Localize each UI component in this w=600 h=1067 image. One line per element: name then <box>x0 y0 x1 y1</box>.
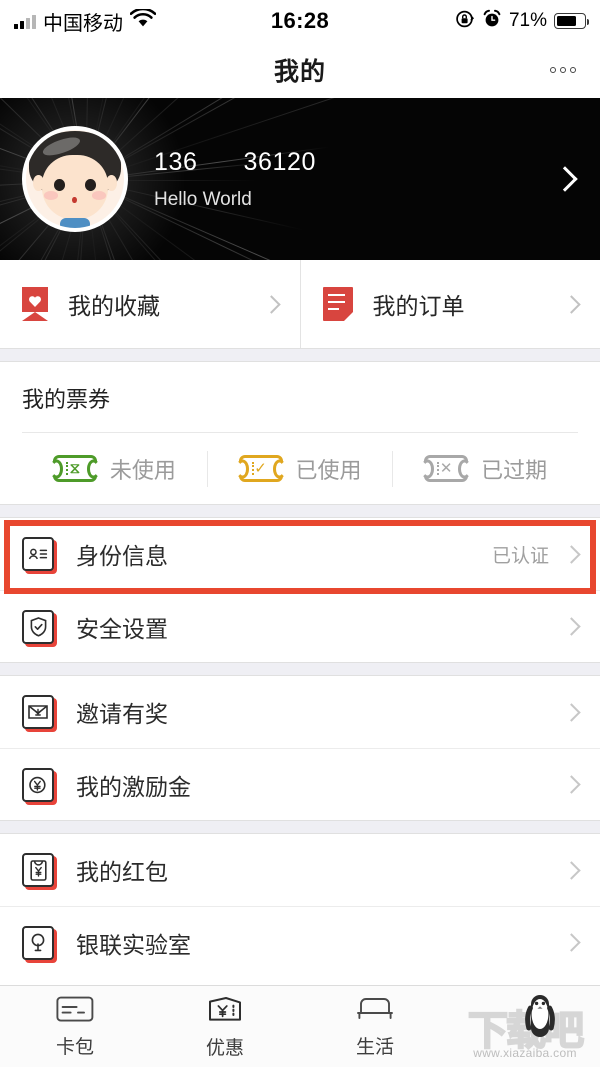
tab-label: 生活 <box>355 1036 394 1058</box>
ticket-filter-expired[interactable]: ✕ 已过期 <box>392 450 578 487</box>
menu-row-label: 我的红包 <box>76 859 168 885</box>
avatar-boy-icon[interactable] <box>22 126 128 232</box>
page-title: 我的 <box>273 58 326 86</box>
site-watermark: 下载吧 www.xiazaiba.com <box>450 986 600 1067</box>
shield-check-icon <box>22 609 57 647</box>
profile-header[interactable]: 136 36120 Hello World <box>0 98 600 260</box>
tab-label: 卡包 <box>55 1036 94 1058</box>
profile-nickname: Hello World <box>154 188 252 210</box>
menu-row-label: 身份信息 <box>76 543 168 569</box>
wifi-icon <box>129 7 157 33</box>
ticket-label: 未使用 <box>109 457 176 483</box>
menu-row-security[interactable]: 安全设置 <box>0 590 600 662</box>
battery-percent-label: 71% <box>508 10 547 31</box>
coupon-icon <box>206 994 244 1024</box>
order-document-icon <box>322 287 353 321</box>
menu-row-identity[interactable]: 身份信息 已认证 <box>0 518 600 590</box>
card-icon <box>56 995 94 1023</box>
penguin-mascot-icon <box>517 988 563 1047</box>
tab-label: 优惠 <box>205 1037 244 1059</box>
chevron-right-icon <box>556 170 574 188</box>
menu-row-unionpay-lab[interactable]: 银联实验室 <box>0 906 600 978</box>
ticket-expired-icon: ✕ <box>424 455 469 482</box>
id-card-icon <box>22 537 57 574</box>
menu-group-rewards: 邀请有奖 我的激励金 <box>0 676 600 820</box>
tickets-section: 我的票券 ⧖ 未使用 ✓ 已使用 ✕ 已过期 <box>0 362 600 504</box>
more-dots-icon[interactable] <box>550 67 576 73</box>
menu-row-label: 安全设置 <box>76 615 168 642</box>
app-root: 中国移动 16:28 71% 我的 136 36120 Hello World … <box>0 0 600 1067</box>
chevron-right-icon <box>565 706 578 719</box>
carrier-label: 中国移动 <box>43 12 123 35</box>
section-divider <box>0 504 600 518</box>
tab-coupons[interactable]: 优惠 <box>150 986 300 1067</box>
chevron-right-icon <box>565 936 578 949</box>
sofa-icon <box>355 995 395 1023</box>
bookmark-heart-icon <box>22 287 48 321</box>
ticket-label: 已使用 <box>295 457 362 483</box>
quick-action-favorites[interactable]: 我的收藏 <box>0 260 300 348</box>
lab-bulb-icon <box>22 925 57 963</box>
menu-row-label: 邀请有奖 <box>76 701 168 727</box>
identity-status-badge: 已认证 <box>491 545 549 567</box>
battery-icon <box>554 13 589 29</box>
chevron-right-icon <box>565 298 578 311</box>
tab-life[interactable]: 生活 <box>300 986 450 1067</box>
profile-info: 136 36120 Hello World <box>154 148 556 211</box>
ticket-filter-unused[interactable]: ⧖ 未使用 <box>22 451 207 487</box>
ticket-filter-used[interactable]: ✓ 已使用 <box>206 450 393 487</box>
status-bar-right: 71% <box>329 9 589 34</box>
watermark-url: www.xiazaiba.com <box>473 1046 577 1060</box>
quick-action-label: 我的订单 <box>372 293 465 319</box>
signal-bars-icon <box>14 14 36 29</box>
quick-action-label: 我的收藏 <box>68 293 160 319</box>
status-bar: 中国移动 16:28 71% <box>0 0 600 42</box>
section-divider <box>0 820 600 834</box>
section-divider <box>0 348 600 362</box>
section-divider <box>0 662 600 676</box>
chevron-right-icon <box>265 298 278 311</box>
menu-group-account: 身份信息 已认证 安全设置 <box>0 518 600 662</box>
status-bar-time: 16:28 <box>270 8 330 33</box>
menu-row-reward-fund[interactable]: 我的激励金 <box>0 748 600 820</box>
menu-row-red-packet[interactable]: 我的红包 <box>0 834 600 906</box>
red-packet-icon <box>22 853 57 890</box>
status-bar-left: 中国移动 <box>14 7 271 36</box>
reward-coin-icon <box>22 767 57 805</box>
quick-actions: 我的收藏 我的订单 <box>0 260 600 348</box>
tickets-row: ⧖ 未使用 ✓ 已使用 ✕ 已过期 <box>22 432 578 504</box>
menu-group-extras: 我的红包 银联实验室 <box>0 834 600 978</box>
nav-bar: 我的 <box>0 42 600 98</box>
chevron-right-icon <box>565 778 578 791</box>
menu-row-label: 银联实验室 <box>76 931 191 958</box>
ticket-used-icon: ✓ <box>238 455 283 482</box>
tab-cards[interactable]: 卡包 <box>0 986 150 1067</box>
quick-action-orders[interactable]: 我的订单 <box>299 260 600 348</box>
chevron-right-icon <box>565 548 578 561</box>
tab-bar: 卡包 优惠 生活 下载吧 www.xiazaiba.com <box>0 985 600 1067</box>
ticket-unused-icon: ⧖ <box>52 455 97 482</box>
ticket-label: 已过期 <box>481 457 548 483</box>
alarm-clock-icon <box>482 9 502 34</box>
tickets-title: 我的票券 <box>22 387 111 412</box>
invite-envelope-icon <box>22 695 57 732</box>
chevron-right-icon <box>565 620 578 633</box>
profile-phone: 136 36120 <box>154 147 317 176</box>
chevron-right-icon <box>565 864 578 877</box>
menu-row-invite[interactable]: 邀请有奖 <box>0 676 600 748</box>
rotation-lock-icon <box>455 9 475 34</box>
menu-row-label: 我的激励金 <box>76 773 191 800</box>
